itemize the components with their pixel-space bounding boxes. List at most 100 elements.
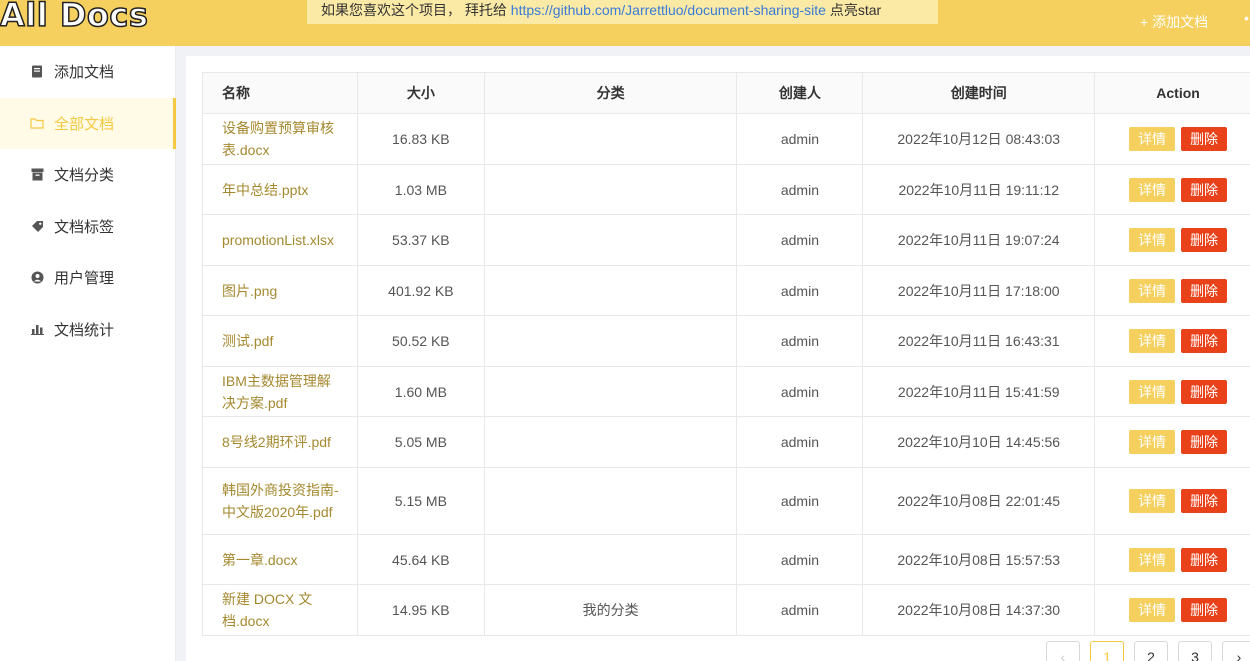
sidebar-item-label: 文档分类 [54, 167, 115, 185]
detail-button[interactable]: 详情 [1129, 547, 1176, 572]
delete-button[interactable]: 删除 [1181, 379, 1228, 404]
table-row: IBM主数据管理解决方案.pdf 1.60 MB admin 2022年10月1… [202, 366, 1250, 417]
page-button-3[interactable]: 3 [1178, 641, 1212, 661]
detail-button[interactable]: 详情 [1129, 278, 1176, 303]
doc-name-link[interactable]: promotionList.xlsx [202, 214, 358, 266]
bar-chart-icon [30, 322, 44, 336]
sidebar-item-stats[interactable]: 文档统计 [0, 304, 175, 356]
more-icon[interactable]: • [1244, 10, 1249, 26]
doc-created-time: 2022年10月08日 15:57:53 [862, 534, 1096, 585]
column-header-category[interactable]: 分类 [483, 72, 738, 114]
detail-button[interactable]: 详情 [1129, 430, 1176, 454]
column-header-creator[interactable]: 创建人 [736, 72, 864, 114]
doc-category [483, 214, 738, 266]
doc-name-link[interactable]: 第一章.docx [202, 534, 358, 585]
sidebar-item-label: 文档标签 [54, 218, 115, 236]
row-actions: 详情 删除 [1094, 416, 1250, 468]
doc-name-link[interactable]: 新建 DOCX 文档.docx [202, 584, 358, 636]
user-icon [30, 271, 44, 285]
doc-created-time: 2022年10月12日 08:43:03 [862, 113, 1096, 165]
detail-button[interactable]: 详情 [1129, 127, 1176, 151]
detail-button[interactable]: 详情 [1129, 598, 1176, 622]
doc-creator: admin [736, 164, 864, 215]
page-button-1[interactable]: 1 [1090, 641, 1124, 661]
table-row: 第一章.docx 45.64 KB admin 2022年10月08日 15:5… [202, 534, 1250, 585]
column-header-name[interactable]: 名称 [202, 72, 358, 114]
top-header: All Docs 如果您喜欢这个项目， 拜托给 https://github.c… [0, 0, 1250, 46]
column-header-action: Action [1094, 72, 1250, 114]
doc-size: 1.60 MB [356, 366, 485, 417]
row-actions: 详情 删除 [1094, 214, 1250, 266]
sidebar-item-label: 添加文档 [54, 64, 115, 82]
sidebar-item-all-docs[interactable]: 全部文档 [0, 97, 176, 149]
header-add-doc-button[interactable]: + 添加文档 [1140, 12, 1208, 32]
doc-creator: admin [736, 534, 864, 585]
doc-created-time: 2022年10月11日 15:41:59 [862, 366, 1096, 417]
doc-name-link[interactable]: 设备购置预算审核表.docx [202, 113, 358, 165]
archive-icon [30, 168, 44, 182]
documents-table: 名称 大小 分类 创建人 创建时间 Action 设备购置预算审核表.docx … [202, 72, 1250, 636]
sidebar-item-label: 用户管理 [54, 270, 115, 288]
pagination: ‹ 1 2 3 › [1046, 641, 1250, 661]
doc-created-time: 2022年10月11日 17:18:00 [862, 265, 1096, 316]
detail-button[interactable]: 详情 [1129, 489, 1176, 513]
sidebar-item-tags[interactable]: 文档标签 [0, 201, 175, 253]
doc-category [483, 366, 738, 417]
main-content: 名称 大小 分类 创建人 创建时间 Action 设备购置预算审核表.docx … [186, 56, 1250, 661]
table-row: 韩国外商投资指南-中文版2020年.pdf 5.15 MB admin 2022… [202, 467, 1250, 535]
sidebar-item-label: 文档统计 [54, 321, 115, 339]
doc-created-time: 2022年10月10日 14:45:56 [862, 416, 1096, 468]
doc-category [483, 416, 738, 468]
prev-page-button[interactable]: ‹ [1046, 641, 1080, 661]
doc-size: 45.64 KB [356, 534, 485, 585]
doc-name-link[interactable]: 8号线2期环评.pdf [202, 416, 358, 468]
sidebar-item-add-doc[interactable]: 添加文档 [0, 46, 175, 98]
delete-button[interactable]: 删除 [1181, 228, 1228, 252]
book-icon [30, 65, 44, 79]
table-row: 测试.pdf 50.52 KB admin 2022年10月11日 16:43:… [202, 315, 1250, 367]
column-header-size[interactable]: 大小 [356, 72, 485, 114]
delete-button[interactable]: 删除 [1181, 598, 1228, 622]
delete-button[interactable]: 删除 [1181, 547, 1228, 572]
column-header-created-time[interactable]: 创建时间 [862, 72, 1096, 114]
next-page-button[interactable]: › [1222, 641, 1250, 661]
doc-category: 我的分类 [483, 584, 738, 636]
notice-suffix: 点亮star [825, 2, 882, 18]
delete-button[interactable]: 删除 [1181, 489, 1228, 513]
detail-button[interactable]: 详情 [1129, 177, 1176, 202]
delete-button[interactable]: 删除 [1181, 430, 1228, 454]
doc-name-link[interactable]: 图片.png [202, 265, 358, 316]
doc-size: 5.15 MB [356, 467, 485, 535]
doc-creator: admin [736, 416, 864, 468]
app-logo[interactable]: All Docs [0, 0, 149, 35]
doc-created-time: 2022年10月11日 19:07:24 [862, 214, 1096, 266]
star-notice: 如果您喜欢这个项目， 拜托给 https://github.com/Jarret… [307, 0, 938, 24]
sidebar-item-users[interactable]: 用户管理 [0, 252, 175, 304]
doc-name-link[interactable]: IBM主数据管理解决方案.pdf [202, 366, 358, 417]
doc-size: 14.95 KB [356, 584, 485, 636]
doc-name-link[interactable]: 测试.pdf [202, 315, 358, 367]
detail-button[interactable]: 详情 [1129, 228, 1176, 252]
table-row: 新建 DOCX 文档.docx 14.95 KB 我的分类 admin 2022… [202, 584, 1250, 636]
doc-created-time: 2022年10月11日 19:11:12 [862, 164, 1096, 215]
delete-button[interactable]: 删除 [1181, 177, 1228, 202]
sidebar-item-categories[interactable]: 文档分类 [0, 149, 175, 201]
doc-category [483, 315, 738, 367]
row-actions: 详情 删除 [1094, 315, 1250, 367]
doc-category [483, 265, 738, 316]
delete-button[interactable]: 删除 [1181, 278, 1228, 303]
doc-name-link[interactable]: 韩国外商投资指南-中文版2020年.pdf [202, 467, 358, 535]
delete-button[interactable]: 删除 [1181, 127, 1228, 151]
table-row: 8号线2期环评.pdf 5.05 MB admin 2022年10月10日 14… [202, 416, 1250, 468]
detail-button[interactable]: 详情 [1129, 379, 1176, 404]
table-row: 年中总结.pptx 1.03 MB admin 2022年10月11日 19:1… [202, 164, 1250, 215]
detail-button[interactable]: 详情 [1129, 329, 1176, 353]
row-actions: 详情 删除 [1094, 467, 1250, 535]
doc-creator: admin [736, 315, 864, 367]
page-button-2[interactable]: 2 [1134, 641, 1168, 661]
doc-name-link[interactable]: 年中总结.pptx [202, 164, 358, 215]
delete-button[interactable]: 删除 [1181, 329, 1228, 353]
doc-category [483, 534, 738, 585]
github-link[interactable]: https://github.com/Jarrettluo/document-s… [511, 2, 826, 18]
doc-creator: admin [736, 584, 864, 636]
